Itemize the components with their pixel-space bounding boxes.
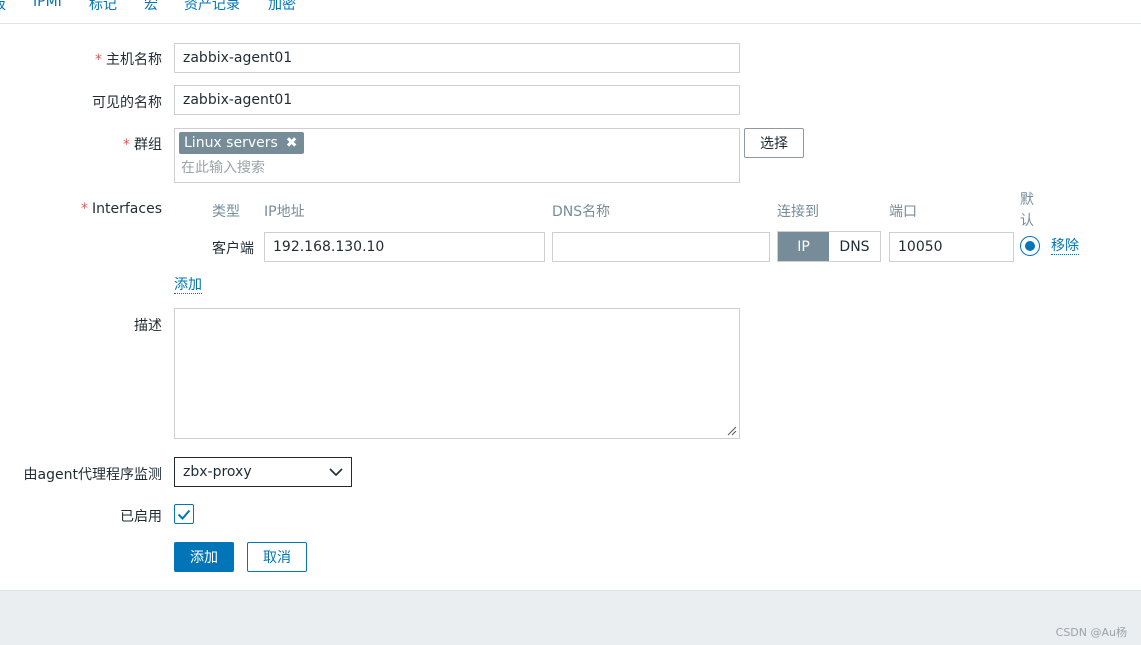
groups-label: * 群组 [123,137,162,153]
col-connect: 连接到 [777,204,819,220]
col-default: 默认 [1020,192,1034,229]
tab-inventory[interactable]: 资产记录 [184,0,240,14]
host-name-label: * 主机名称 [95,52,162,68]
tab-ipmi[interactable]: IPMI [33,0,62,10]
chevron-down-icon [329,467,343,476]
tab-macros[interactable]: 宏 [144,0,158,14]
col-type: 类型 [212,204,240,220]
connect-ip-option[interactable]: IP [778,232,829,261]
description-label: 描述 [134,318,162,334]
cancel-button[interactable]: 取消 [247,542,307,572]
enabled-checkbox[interactable] [174,504,194,524]
select-groups-button[interactable]: 选择 [744,128,804,158]
interface-dns-input[interactable] [552,232,770,262]
footer: CSDN @Au杨 [0,590,1141,645]
enabled-label: 已启用 [120,509,162,525]
host-name-input[interactable] [174,43,740,73]
col-ip: IP地址 [264,204,305,220]
interfaces-label: * Interfaces [81,201,162,217]
check-icon [177,509,191,520]
connect-dns-option[interactable]: DNS [829,232,880,261]
visible-name-label: 可见的名称 [92,95,162,111]
required-mark: * [81,201,89,217]
tab-encryption[interactable]: 加密 [268,0,296,14]
tab-tags[interactable]: 标记 [89,0,117,14]
interface-port-input[interactable] [889,232,1014,262]
interface-type: 客户端 [212,241,254,257]
watermark: CSDN @Au杨 [1055,626,1127,639]
proxy-selected-value: zbx-proxy [183,464,252,480]
visible-name-input[interactable] [174,85,740,115]
description-textarea[interactable] [174,308,740,439]
required-mark: * [123,137,130,153]
remove-chip-icon[interactable]: ✖ [286,135,298,151]
interface-ip-input[interactable] [264,232,545,262]
group-chip: Linux servers ✖ [179,132,304,154]
add-interface-link[interactable]: 添加 [174,277,202,294]
radio-dot-icon [1025,241,1035,251]
default-interface-radio[interactable] [1020,236,1040,256]
proxy-label: 由agent代理程序监测 [23,467,162,483]
groups-multiselect[interactable]: Linux servers ✖ [174,128,740,183]
proxy-select[interactable]: zbx-proxy [174,457,352,487]
required-mark: * [95,52,102,68]
col-dns: DNS名称 [552,204,611,220]
group-search-input[interactable] [181,157,721,179]
group-chip-label: Linux servers [184,135,278,151]
connect-to-toggle: IP DNS [777,231,881,262]
remove-interface-link[interactable]: 移除 [1051,238,1079,255]
tab-template[interactable]: 板 [0,0,6,14]
form-tabs: 板 IPMI 标记 宏 资产记录 加密 [0,0,1141,24]
resize-grip-icon[interactable] [726,425,737,436]
col-port: 端口 [889,204,917,220]
add-button[interactable]: 添加 [174,542,234,572]
